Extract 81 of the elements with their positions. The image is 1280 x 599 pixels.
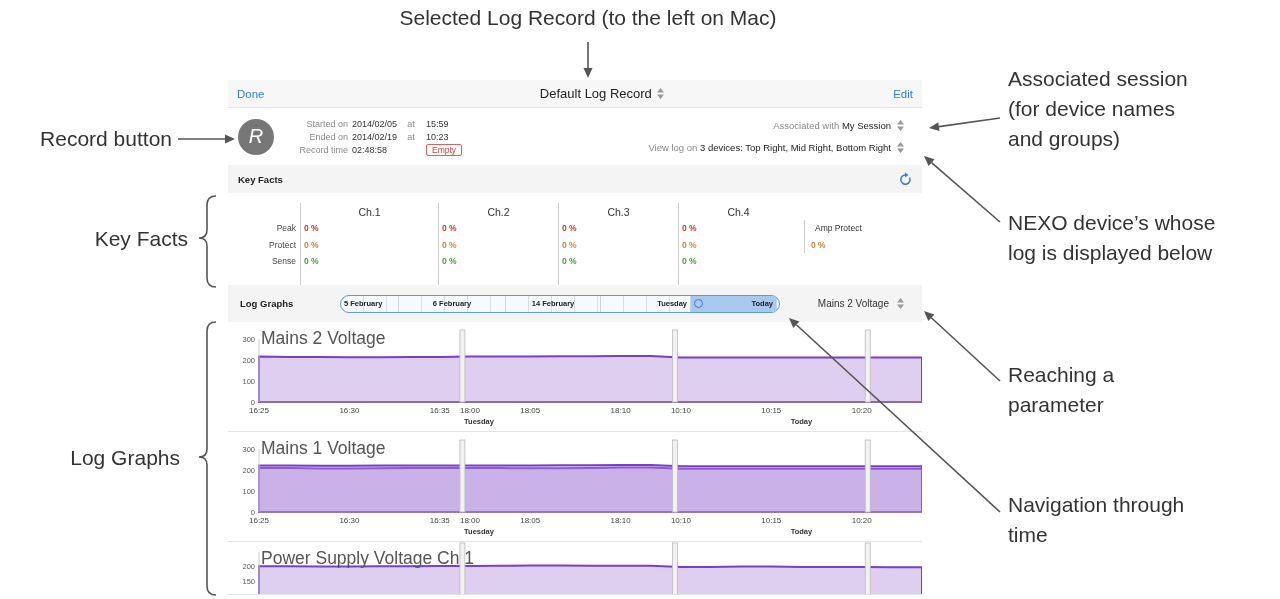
field-label: Started on	[305, 118, 348, 129]
column-header: Ch.2	[487, 205, 510, 218]
chart-title: Mains 1 Voltage	[261, 438, 386, 458]
duration-value: 02:48:58	[352, 144, 389, 155]
percent-value: 0 %	[442, 256, 457, 267]
field-label: Record time	[298, 144, 348, 155]
percent-value: 0 %	[811, 239, 827, 250]
percent-value: 0 %	[304, 239, 319, 250]
parameter-picker[interactable]: Mains 2 Voltage	[811, 297, 910, 310]
x-tick-label: 10:10	[670, 406, 691, 415]
percent-value: 0 %	[304, 223, 319, 234]
done-button[interactable]: Done	[237, 87, 265, 100]
devices-picker[interactable]: View log on 3 devices: Top Right, Mid Right, Bottom Right	[648, 142, 891, 153]
row-label: Amp Protect	[814, 223, 862, 234]
row-label: Protect	[269, 239, 296, 250]
time-value: 10:23	[426, 131, 450, 142]
percent-value: 0 %	[682, 239, 697, 250]
up-down-icon	[897, 298, 904, 309]
field-label: Ended on	[308, 131, 348, 142]
x-tick-label: 18:00	[459, 406, 480, 415]
callout-arrow	[177, 134, 235, 144]
row-label: Peak	[276, 223, 296, 234]
percent-value: 0 %	[682, 256, 697, 267]
section-title: Key Facts	[238, 173, 283, 185]
callout-arrow	[929, 117, 1001, 132]
y-axis	[258, 448, 260, 513]
callout-text: Reaching a parameter	[1008, 362, 1116, 418]
callout-text: Record button	[40, 127, 172, 151]
callout-arrow	[583, 41, 593, 78]
y-axis	[258, 551, 260, 594]
row-label: Sense	[271, 256, 296, 267]
callout-text: Associated session (for device names and groups)	[1008, 66, 1189, 152]
callout-text: Selected Log Record (to the left on Mac)	[399, 6, 777, 30]
up-down-icon	[656, 88, 664, 99]
x-tick-label: 18:00	[459, 516, 480, 525]
percent-value: 0 %	[442, 239, 457, 250]
callout-text: Navigation through time	[1008, 492, 1186, 548]
record-button[interactable]: R	[238, 118, 274, 155]
x-tick-label: 18:10	[610, 406, 631, 415]
date-value: 2014/02/19	[352, 131, 396, 142]
x-tick-label: 16:35	[429, 516, 450, 525]
x-tick-label: 10:20	[851, 406, 872, 415]
x-tick-label: 18:05	[520, 516, 541, 525]
percent-value: 0 %	[304, 256, 319, 267]
x-tick-label: 10:20	[851, 516, 872, 525]
y-axis	[258, 338, 260, 403]
chart-title: Mains 2 Voltage	[261, 328, 386, 348]
x-tick-label: 16:30	[339, 406, 360, 415]
x-tick-label: 10:10	[670, 516, 691, 525]
callout-text: NEXO device’s whose log is displayed below	[1008, 210, 1217, 266]
chart-title: Power Supply Voltage Ch.1	[261, 548, 475, 568]
percent-value: 0 %	[562, 256, 577, 267]
up-down-icon	[897, 120, 904, 131]
x-tick-label: 18:10	[610, 516, 631, 525]
callout-text: Log Graphs	[70, 446, 180, 470]
x-tick-label: 16:25	[249, 406, 269, 415]
x-tick-label: 10:15	[761, 516, 782, 525]
column-header: Ch.3	[607, 205, 630, 218]
field-label: at	[406, 118, 416, 129]
record-title[interactable]: Default Log Record	[539, 86, 652, 101]
section-title: Log Graphs	[240, 298, 295, 309]
status-badge: Empty	[426, 143, 463, 156]
x-tick-label: 10:15	[761, 406, 782, 415]
percent-value: 0 %	[682, 223, 697, 234]
up-down-icon	[897, 142, 904, 153]
x-tick-label: 16:30	[339, 516, 360, 525]
refresh-icon[interactable]	[899, 172, 912, 186]
column-header: Ch.1	[358, 205, 381, 218]
x-tick-label: 16:25	[249, 516, 269, 525]
x-tick-label: 16:35	[429, 406, 450, 415]
date-value: 2014/02/05	[352, 118, 396, 129]
edit-button[interactable]: Edit	[893, 87, 913, 100]
percent-value: 0 %	[562, 223, 577, 234]
percent-value: 0 %	[442, 223, 457, 234]
time-value: 15:59	[426, 118, 450, 129]
field-label: at	[406, 131, 416, 142]
x-tick-label: 18:05	[520, 406, 541, 415]
callout-text: Key Facts	[94, 227, 188, 251]
session-picker[interactable]: Associated with My Session	[773, 120, 891, 131]
column-header: Ch.4	[727, 205, 750, 218]
percent-value: 0 %	[562, 239, 577, 250]
